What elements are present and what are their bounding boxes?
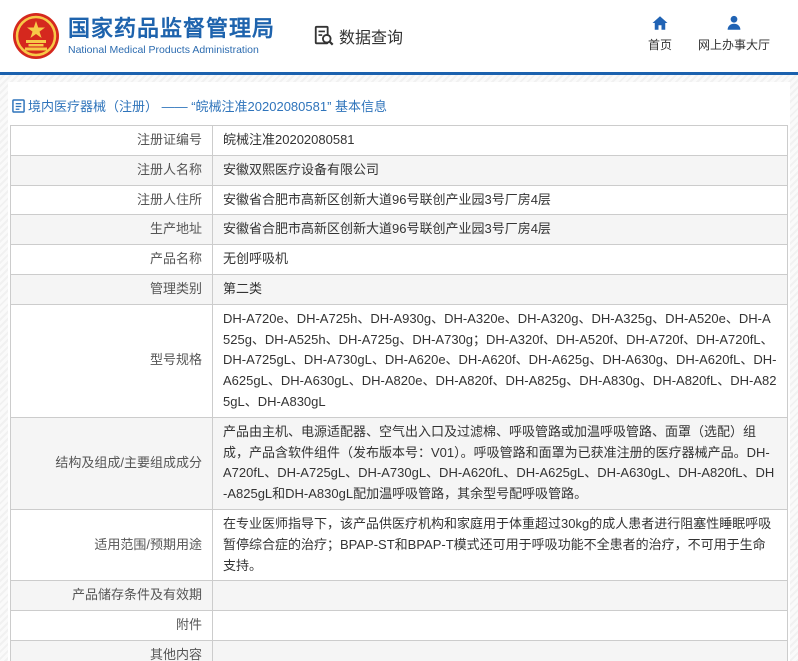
- table-row: 产品储存条件及有效期: [11, 581, 788, 611]
- document-icon: [12, 99, 25, 113]
- table-row: 管理类别第二类: [11, 274, 788, 304]
- nav-service-hall-label: 网上办事大厅: [698, 36, 770, 53]
- row-label: 其他内容: [11, 640, 213, 661]
- registration-info-table: 注册证编号皖械注准20202080581注册人名称安徽双熙医疗设备有限公司注册人…: [10, 125, 788, 661]
- row-value: 无创呼吸机: [213, 245, 788, 275]
- home-icon: [651, 14, 669, 32]
- row-label: 注册人住所: [11, 185, 213, 215]
- person-icon: [725, 14, 743, 32]
- row-value: 安徽省合肥市高新区创新大道96号联创产业园3号厂房4层: [213, 215, 788, 245]
- breadcrumb-text: 境内医疗器械（注册） —— “皖械注准20202080581” 基本信息: [28, 96, 387, 115]
- top-nav: 首页 网上办事大厅: [648, 14, 770, 53]
- row-value: [213, 581, 788, 611]
- row-label: 注册人名称: [11, 155, 213, 185]
- table-row: 适用范围/预期用途在专业医师指导下，该产品供医疗机构和家庭用于体重超过30kg的…: [11, 509, 788, 580]
- breadcrumb: 境内医疗器械（注册） —— “皖械注准20202080581” 基本信息: [10, 90, 788, 125]
- table-row: 注册证编号皖械注准20202080581: [11, 126, 788, 156]
- table-row: 注册人名称安徽双熙医疗设备有限公司: [11, 155, 788, 185]
- row-label: 管理类别: [11, 274, 213, 304]
- table-row: 产品名称无创呼吸机: [11, 245, 788, 275]
- document-search-icon: [313, 25, 335, 47]
- site-title: 国家药品监督管理局: [68, 16, 275, 42]
- row-label: 适用范围/预期用途: [11, 509, 213, 580]
- row-value: 第二类: [213, 274, 788, 304]
- row-value: 皖械注准20202080581: [213, 126, 788, 156]
- row-value: 在专业医师指导下，该产品供医疗机构和家庭用于体重超过30kg的成人患者进行阻塞性…: [213, 509, 788, 580]
- row-value: 安徽省合肥市高新区创新大道96号联创产业园3号厂房4层: [213, 185, 788, 215]
- table-row: 注册人住所安徽省合肥市高新区创新大道96号联创产业园3号厂房4层: [11, 185, 788, 215]
- site-title-block: 国家药品监督管理局 National Medical Products Admi…: [68, 16, 275, 56]
- row-label: 产品名称: [11, 245, 213, 275]
- national-emblem-logo: [12, 12, 60, 60]
- row-value: [213, 611, 788, 641]
- nav-home-label: 首页: [648, 36, 672, 53]
- row-value: DH-A720e、DH-A725h、DH-A930g、DH-A320e、DH-A…: [213, 304, 788, 417]
- row-label: 产品储存条件及有效期: [11, 581, 213, 611]
- row-label: 附件: [11, 611, 213, 641]
- site-header: 国家药品监督管理局 National Medical Products Admi…: [0, 0, 798, 75]
- table-row: 型号规格DH-A720e、DH-A725h、DH-A930g、DH-A320e、…: [11, 304, 788, 417]
- row-label: 注册证编号: [11, 126, 213, 156]
- table-row: 附件: [11, 611, 788, 641]
- table-row: 结构及组成/主要组成成分产品由主机、电源适配器、空气出入口及过滤棉、呼吸管路或加…: [11, 417, 788, 509]
- main-content: 境内医疗器械（注册） —— “皖械注准20202080581” 基本信息 注册证…: [8, 82, 790, 661]
- nav-service-hall[interactable]: 网上办事大厅: [698, 14, 770, 53]
- data-query-label: 数据查询: [339, 24, 403, 48]
- row-value: 安徽双熙医疗设备有限公司: [213, 155, 788, 185]
- table-row: 其他内容: [11, 640, 788, 661]
- row-value: [213, 640, 788, 661]
- row-label: 生产地址: [11, 215, 213, 245]
- row-label: 结构及组成/主要组成成分: [11, 417, 213, 509]
- data-query-tab[interactable]: 数据查询: [313, 24, 403, 48]
- info-table-body: 注册证编号皖械注准20202080581注册人名称安徽双熙医疗设备有限公司注册人…: [11, 126, 788, 661]
- row-label: 型号规格: [11, 304, 213, 417]
- site-subtitle: National Medical Products Administration: [68, 44, 275, 56]
- table-row: 生产地址安徽省合肥市高新区创新大道96号联创产业园3号厂房4层: [11, 215, 788, 245]
- row-value: 产品由主机、电源适配器、空气出入口及过滤棉、呼吸管路或加温呼吸管路、面罩（选配）…: [213, 417, 788, 509]
- nav-home[interactable]: 首页: [648, 14, 672, 53]
